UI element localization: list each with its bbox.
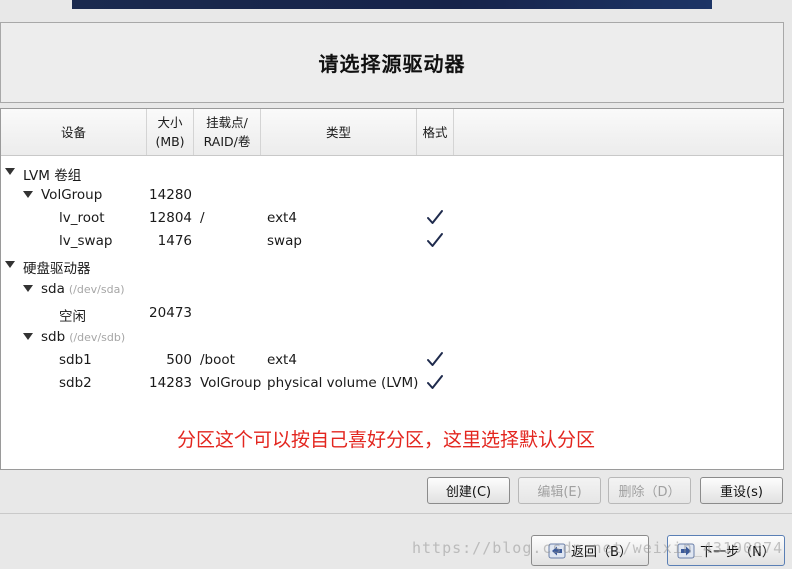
table-row[interactable]: sdb2 14283 VolGroup physical volume (LVM) (1, 372, 783, 395)
table-row[interactable]: lv_swap 1476 swap (1, 230, 783, 253)
expander-triangle-icon[interactable] (5, 168, 15, 175)
table-row[interactable]: sda (/dev/sda) (1, 278, 783, 301)
table-row[interactable]: sdb (/dev/sdb) (1, 326, 783, 349)
edit-button[interactable]: 编辑(E) (518, 477, 601, 504)
next-button[interactable]: 下一步（N） (667, 535, 785, 566)
partition-table[interactable]: 设备 大小 (MB) 挂载点/ RAID/卷 类型 格式 LVM 卷组 VolGr… (0, 108, 784, 470)
format-check-icon (425, 207, 445, 231)
format-check-icon (425, 372, 445, 396)
header-banner (72, 0, 712, 9)
device-path: (/dev/sdb) (69, 331, 126, 344)
table-row[interactable]: LVM 卷组 (1, 161, 783, 184)
column-header-format[interactable]: 格式 (417, 109, 454, 155)
device-path: (/dev/sda) (68, 283, 125, 296)
row-device-name: sdb1 (59, 352, 92, 368)
table-header: 设备 大小 (MB) 挂载点/ RAID/卷 类型 格式 (1, 109, 783, 156)
column-header-type[interactable]: 类型 (261, 109, 417, 155)
device-label: sda (41, 281, 65, 297)
row-device-name: lv_root (59, 210, 105, 226)
arrow-left-icon (548, 543, 566, 559)
delete-button[interactable]: 删除（D） (608, 477, 691, 504)
back-button-label: 返回（B） (571, 545, 632, 560)
row-mount: VolGroup (200, 375, 262, 391)
row-device-name: 空闲 (59, 305, 86, 325)
row-size: 12804 (149, 210, 192, 226)
edit-button-label: 编辑(E) (537, 485, 582, 500)
row-mount: / (200, 210, 205, 226)
device-label: lv_swap (59, 233, 113, 249)
device-label: lv_root (59, 210, 105, 226)
create-button[interactable]: 创建(C) (427, 477, 510, 504)
row-type: physical volume (LVM) (267, 375, 419, 391)
row-type: swap (267, 233, 302, 249)
expander-triangle-icon[interactable] (23, 191, 33, 198)
format-check-icon (425, 349, 445, 373)
reset-button[interactable]: 重设(s) (700, 477, 783, 504)
annotation-text: 分区这个可以按自己喜好分区，这里选择默认分区 (177, 429, 596, 451)
device-label: LVM 卷组 (23, 168, 82, 184)
table-row[interactable]: 硬盘驱动器 (1, 254, 783, 277)
row-device-name: 硬盘驱动器 (23, 257, 91, 277)
page-title: 请选择源驱动器 (318, 52, 466, 76)
column-header-size[interactable]: 大小 (MB) (147, 109, 194, 155)
expander-triangle-icon[interactable] (5, 261, 15, 268)
row-device-name: lv_swap (59, 233, 112, 249)
expander-triangle-icon[interactable] (23, 285, 33, 292)
row-size: 14280 (149, 187, 192, 203)
row-mount: /boot (200, 352, 235, 368)
delete-button-label: 删除（D） (618, 485, 681, 500)
format-check-icon (425, 230, 445, 254)
device-label: sdb2 (59, 375, 92, 391)
device-label: sdb (41, 329, 66, 345)
row-type: ext4 (267, 210, 297, 226)
row-device-name: sdb2 (59, 375, 92, 391)
table-row[interactable]: 空闲 20473 (1, 302, 783, 325)
column-header-device[interactable]: 设备 (1, 109, 147, 155)
device-label: 硬盘驱动器 (23, 261, 91, 277)
row-size: 500 (166, 352, 192, 368)
back-button[interactable]: 返回（B） (531, 535, 649, 566)
expander-triangle-icon[interactable] (23, 333, 33, 340)
next-button-label: 下一步（N） (700, 545, 775, 560)
device-label: VolGroup (41, 187, 103, 203)
row-device-name: LVM 卷组 (23, 164, 81, 184)
table-row[interactable]: sdb1 500/boot ext4 (1, 349, 783, 372)
row-size: 14283 (149, 375, 192, 391)
row-size: 1476 (157, 233, 192, 249)
create-button-label: 创建(C) (445, 485, 492, 500)
device-label: sdb1 (59, 352, 92, 368)
row-device-name: VolGroup (41, 187, 102, 203)
column-header-mount[interactable]: 挂载点/ RAID/卷 (194, 109, 261, 155)
row-size: 20473 (149, 305, 192, 321)
row-type: ext4 (267, 352, 297, 368)
table-row[interactable]: lv_root 12804 / ext4 (1, 207, 783, 230)
title-panel: 请选择源驱动器 (0, 22, 784, 103)
divider (0, 513, 792, 514)
device-label: 空闲 (59, 309, 86, 325)
reset-button-label: 重设(s) (720, 485, 763, 500)
table-row[interactable]: VolGroup 14280 (1, 184, 783, 207)
row-device-name: sdb (/dev/sdb) (41, 329, 125, 345)
arrow-right-icon (677, 543, 695, 559)
row-device-name: sda (/dev/sda) (41, 281, 125, 297)
